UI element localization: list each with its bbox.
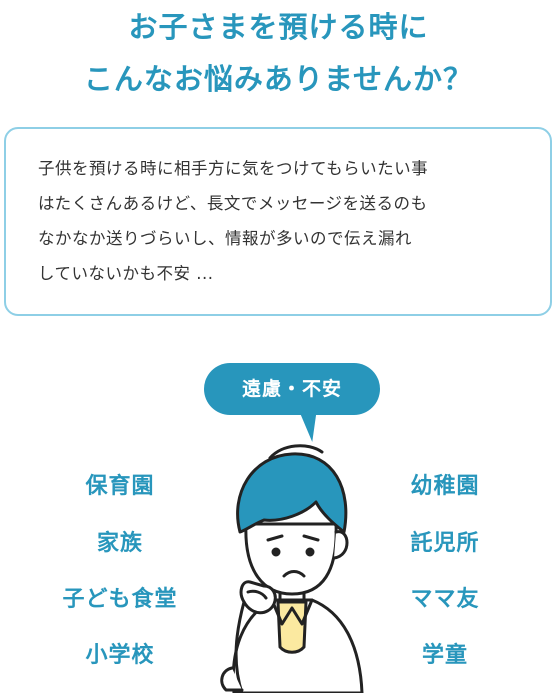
concern-line-3: なかなか送りづらいし、情報が多いので伝え漏れ: [38, 229, 412, 248]
headline-line-1: お子さまを預ける時に: [128, 10, 429, 44]
page-headline: お子さまを預ける時に こんなお悩みありませんか？: [0, 0, 557, 104]
concern-line-2: はたくさんあるけど、長文でメッセージを送るのも: [38, 194, 428, 213]
speech-bubble-label: 遠慮・不安: [241, 378, 342, 400]
place-left-2: 家族: [96, 531, 143, 556]
speech-bubble: 遠慮・不安: [204, 363, 380, 415]
concern-line-1: 子供を預ける時に相手方に気をつけてもらいたい事: [38, 159, 429, 178]
concern-line-4: していないかも不安 ...: [38, 264, 214, 283]
place-left-4: 小学校: [85, 643, 155, 668]
place-left-1: 保育園: [85, 474, 155, 499]
place-right-2: 託児所: [410, 531, 480, 556]
place-left-3: 子ども食堂: [62, 587, 178, 612]
place-right-3: ママ友: [410, 587, 480, 612]
place-right-4: 学童: [421, 643, 468, 668]
concern-box: 子供を預ける時に相手方に気をつけてもらいたい事 はたくさんあるけど、長文でメッセ…: [4, 127, 552, 316]
concern-text: 子供を預ける時に相手方に気をつけてもらいたい事 はたくさんあるけど、長文でメッセ…: [38, 151, 532, 291]
worried-person-icon: [220, 444, 364, 693]
headline-line-2: こんなお悩みありませんか？: [83, 62, 474, 96]
place-right-1: 幼稚園: [410, 474, 480, 499]
